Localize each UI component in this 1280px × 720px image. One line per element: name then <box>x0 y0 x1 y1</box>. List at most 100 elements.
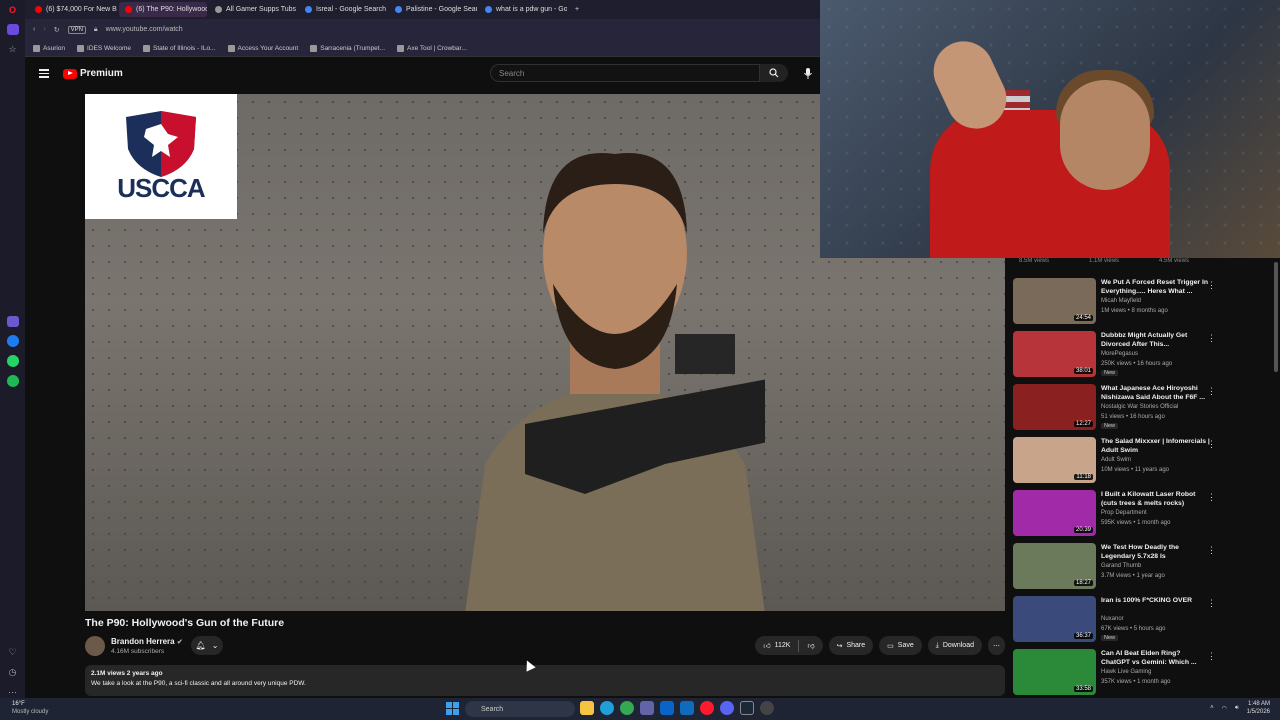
notification-bell-button[interactable]: 🔔︎ ⌄ <box>191 636 223 655</box>
chevron-up-icon[interactable]: ˄ <box>1210 705 1214 711</box>
outlook-icon[interactable] <box>680 701 694 715</box>
microphone-icon[interactable] <box>801 64 815 82</box>
kebab-menu-icon[interactable]: ⋮ <box>1207 492 1216 503</box>
rec-title[interactable]: We Test How Deadly the Legendary 5.7x28 … <box>1101 543 1211 561</box>
video-thumbnail[interactable]: 11:18 <box>1013 437 1096 483</box>
opera-taskbar-icon[interactable] <box>700 701 714 715</box>
search-input[interactable]: Search <box>490 64 760 82</box>
bookmark-item[interactable]: Sarracenia (Trumpet... <box>310 44 385 52</box>
edge-icon[interactable] <box>600 701 614 715</box>
thumbs-down-icon[interactable]: 👎︎ <box>807 641 814 650</box>
new-tab-button[interactable]: + <box>569 2 585 17</box>
kebab-menu-icon[interactable]: ⋮ <box>1207 598 1216 609</box>
share-button[interactable]: ↪ Share <box>828 636 874 655</box>
bookmark-item[interactable]: Asurion <box>33 44 65 52</box>
thumbs-up-icon[interactable]: 👍︎ <box>763 641 770 650</box>
messenger-icon[interactable] <box>6 335 19 348</box>
recommended-video[interactable]: 12:27 What Japanese Ace Hiroyoshi Nishiza… <box>1013 382 1278 435</box>
scrollbar[interactable] <box>1274 262 1278 372</box>
browser-tab[interactable]: what is a pdw gun - Goog <box>479 2 567 17</box>
browser-tab[interactable]: (6) $74,000 For New Booi <box>29 2 117 17</box>
taskbar-search[interactable]: Search <box>465 701 575 717</box>
rec-channel[interactable]: MorePegasus <box>1101 351 1138 357</box>
rec-title[interactable]: Can AI Beat Elden Ring? ChatGPT vs Gemin… <box>1101 649 1211 667</box>
menu-icon[interactable] <box>39 69 49 78</box>
kebab-menu-icon[interactable]: ⋮ <box>1207 651 1216 662</box>
file-explorer-icon[interactable] <box>580 701 594 715</box>
browser-tab[interactable]: Isreal - Google Search <box>299 2 387 17</box>
bookmark-item[interactable]: IDES Welcome <box>77 44 131 52</box>
channel-name[interactable]: Brandon Herrera ✔ <box>111 637 183 646</box>
recommended-video[interactable]: 36:37 Iran is 100% F*CKING OVER Nuxanor 67K… <box>1013 594 1278 647</box>
clock[interactable]: 1:48 AM 1/5/2026 <box>1247 700 1270 716</box>
recommended-video[interactable]: 18:27 We Test How Deadly the Legendary 5.… <box>1013 541 1278 594</box>
whatsapp-icon[interactable] <box>6 355 19 367</box>
aria-icon[interactable] <box>6 315 19 328</box>
bookmark-item[interactable]: Access Your Account <box>227 44 298 52</box>
wifi-icon[interactable]: ◠ <box>1222 705 1227 712</box>
reload-icon[interactable]: ↻ <box>54 26 60 34</box>
bookmark-item[interactable]: Axe Tool | Crowbar... <box>397 44 467 52</box>
kebab-menu-icon[interactable]: ⋮ <box>1207 545 1216 556</box>
opera-logo-icon[interactable]: O <box>7 4 19 16</box>
kebab-menu-icon[interactable]: ⋮ <box>1207 439 1216 450</box>
rec-channel[interactable]: Nuxanor <box>1101 616 1124 622</box>
youtube-logo[interactable]: Premium <box>63 68 123 79</box>
home-icon[interactable] <box>6 23 19 36</box>
video-thumbnail[interactable]: 20:39 <box>1013 490 1096 536</box>
forward-icon[interactable]: › <box>43 26 45 33</box>
kebab-menu-icon[interactable]: ⋮ <box>1207 386 1216 397</box>
recommended-video[interactable]: 11:18 The Salad Mixxxer | Infomercials | … <box>1013 435 1278 488</box>
url-field[interactable]: www.youtube.com/watch <box>106 26 183 33</box>
recommended-video[interactable]: 33:58 Can AI Beat Elden Ring? ChatGPT vs … <box>1013 647 1278 698</box>
video-thumbnail[interactable]: 18:27 <box>1013 543 1096 589</box>
rec-title[interactable]: What Japanese Ace Hiroyoshi Nishizawa Sa… <box>1101 384 1211 402</box>
browser-tab[interactable]: (6) The P90: Hollywood's <box>119 2 207 17</box>
rec-channel[interactable]: Prop Department <box>1101 510 1147 516</box>
chrome-icon[interactable] <box>620 701 634 715</box>
recommended-video[interactable]: 20:39 I Built a Kilowatt Laser Robot (cut… <box>1013 488 1278 541</box>
channel-avatar[interactable] <box>85 636 105 656</box>
rec-channel[interactable]: Garand Thumb <box>1101 563 1141 569</box>
kebab-menu-icon[interactable]: ⋮ <box>1207 333 1216 344</box>
description-box[interactable]: 2.1M views 2 years ago We take a look at… <box>85 665 1005 696</box>
volume-icon[interactable]: 🔊︎ <box>1235 705 1239 712</box>
video-thumbnail[interactable]: 24:54 <box>1013 278 1096 324</box>
rec-title[interactable]: Dubbbz Might Actually Get Divorced After… <box>1101 331 1211 349</box>
weather-widget[interactable]: 16°F Mostly cloudy <box>12 700 48 716</box>
save-button[interactable]: ▭ Save <box>879 636 922 655</box>
star-icon[interactable]: ☆ <box>7 43 19 55</box>
rec-title[interactable]: I Built a Kilowatt Laser Robot (cuts tre… <box>1101 490 1211 508</box>
rec-title[interactable]: We Put A Forced Reset Trigger In Everyth… <box>1101 278 1211 296</box>
obs-icon[interactable] <box>760 701 774 715</box>
steam-icon[interactable] <box>740 701 754 715</box>
recommended-video[interactable]: 38:01 Dubbbz Might Actually Get Divorced … <box>1013 329 1278 382</box>
rec-channel[interactable]: Nostalgic War Stories Official <box>1101 404 1178 410</box>
rec-title[interactable]: The Salad Mixxxer | Infomercials | Adult… <box>1101 437 1211 455</box>
heart-icon[interactable]: ♡ <box>7 647 19 659</box>
kebab-menu-icon[interactable]: ⋮ <box>1207 280 1216 291</box>
browser-tab[interactable]: All Gamer Supps Tubs <box>209 2 297 17</box>
bookmark-item[interactable]: State of Illinois - ILo... <box>143 44 216 52</box>
download-button[interactable]: ⤓ Download <box>927 636 982 655</box>
more-icon[interactable]: ⋯ <box>7 686 19 698</box>
search-button[interactable] <box>760 64 788 82</box>
video-thumbnail[interactable]: 36:37 <box>1013 596 1096 642</box>
more-actions-button[interactable]: ⋯ <box>988 636 1005 655</box>
rec-title[interactable]: Iran is 100% F*CKING OVER <box>1101 596 1211 605</box>
rec-channel[interactable]: Micah Mayfield <box>1101 298 1141 304</box>
recommended-video[interactable]: 24:54 We Put A Forced Reset Trigger In Ev… <box>1013 276 1278 329</box>
back-icon[interactable]: ‹ <box>33 26 35 33</box>
discord-icon[interactable] <box>720 701 734 715</box>
video-thumbnail[interactable]: 33:58 <box>1013 649 1096 695</box>
browser-tab[interactable]: Palistine - Google Searc <box>389 2 477 17</box>
rec-channel[interactable]: Hawk Live Gaming <box>1101 669 1151 675</box>
windows-start-icon[interactable] <box>446 702 459 715</box>
video-thumbnail[interactable]: 12:27 <box>1013 384 1096 430</box>
like-dislike-button[interactable]: 👍︎ 112K 👎︎ <box>755 636 823 655</box>
video-thumbnail[interactable]: 38:01 <box>1013 331 1096 377</box>
rec-channel[interactable]: Adult Swim <box>1101 457 1131 463</box>
mail-icon[interactable] <box>660 701 674 715</box>
history-icon[interactable]: ◷ <box>7 667 19 679</box>
vpn-badge[interactable]: VPN <box>67 25 86 34</box>
